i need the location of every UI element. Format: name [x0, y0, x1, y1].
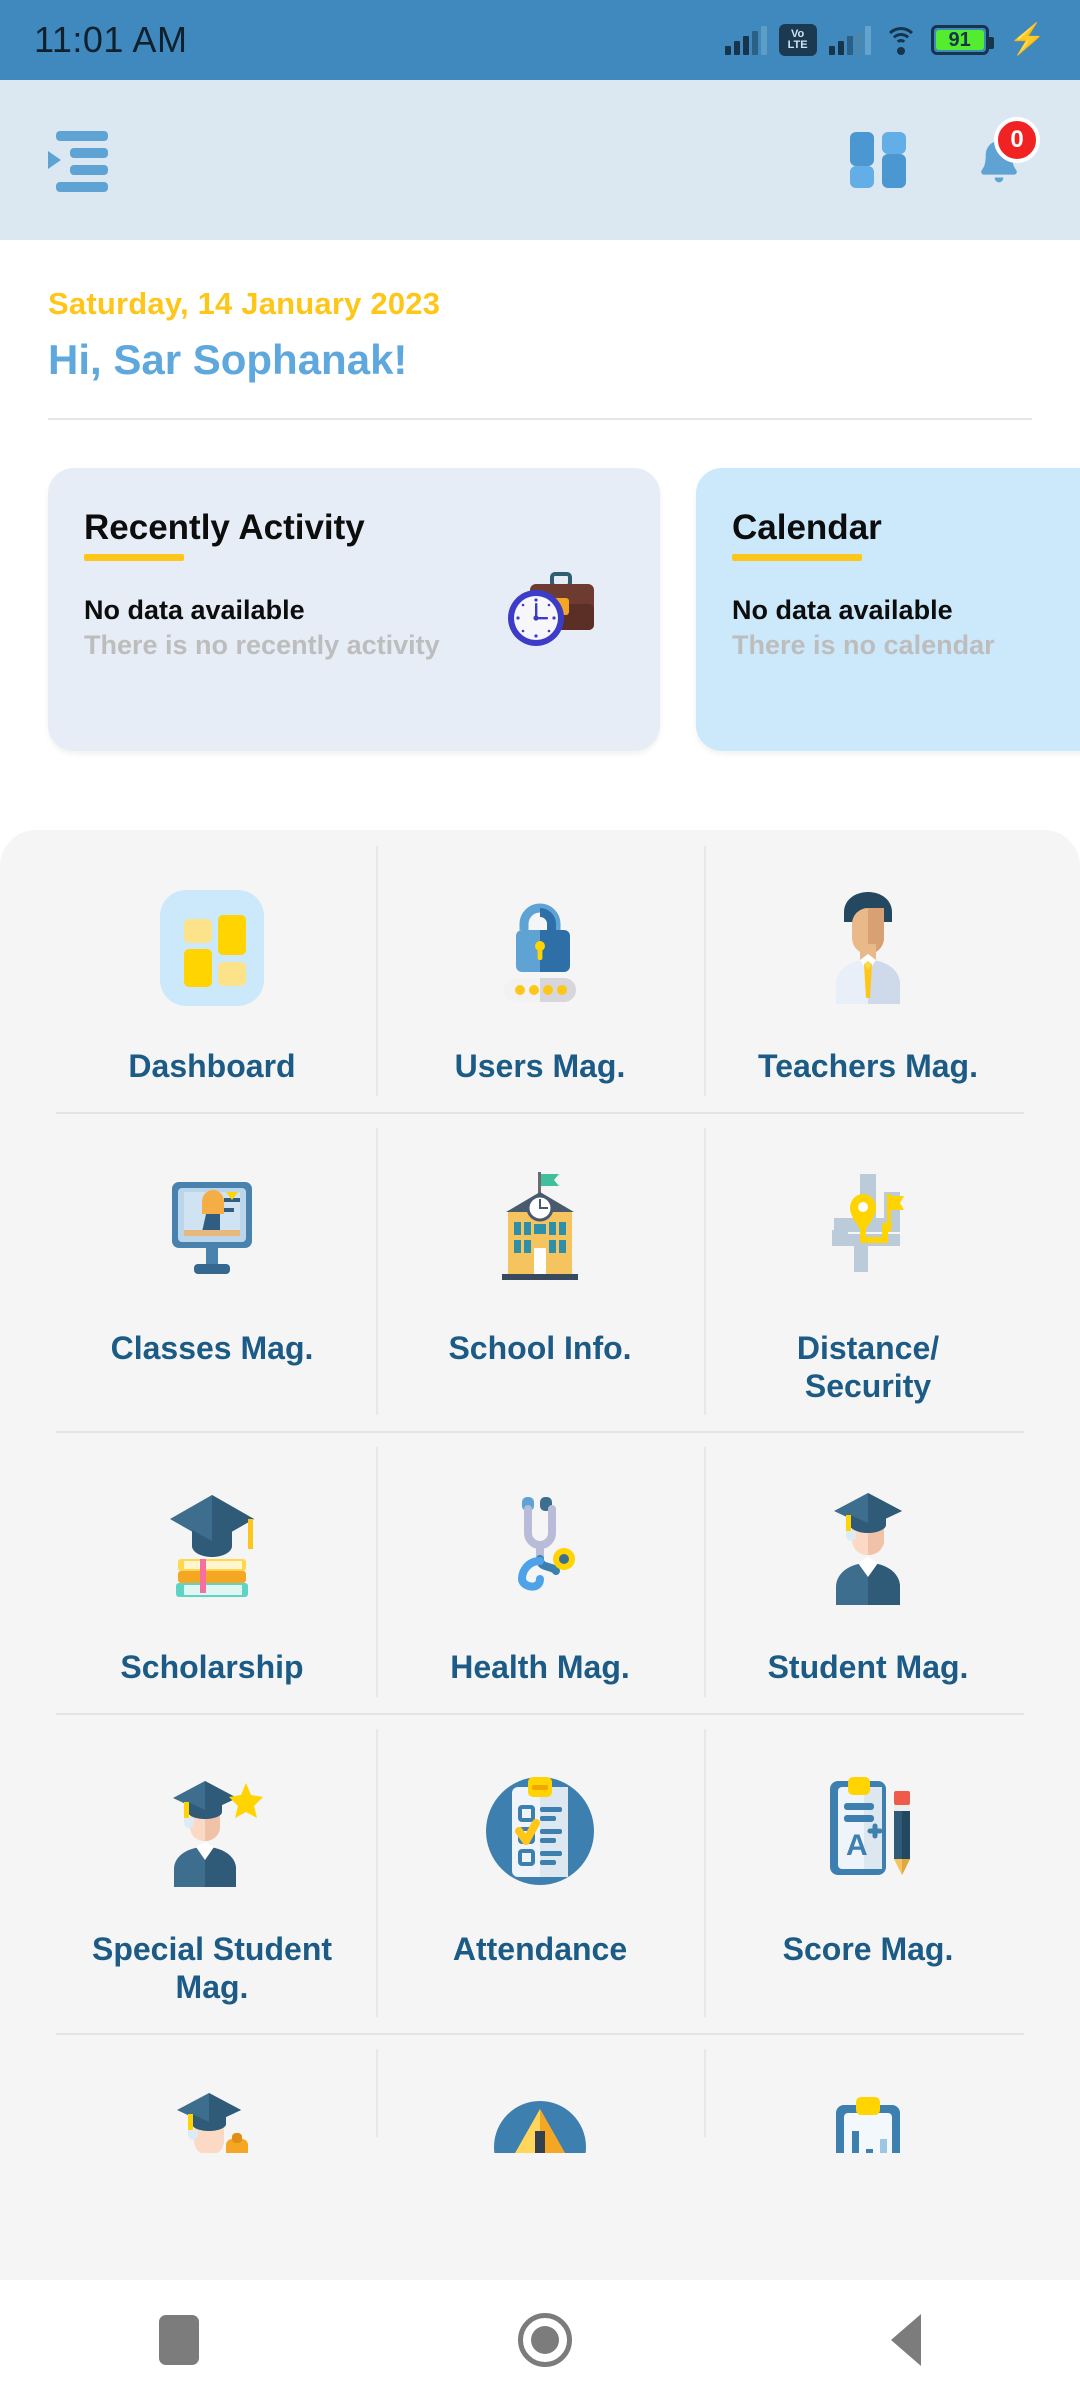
wifi-icon — [883, 25, 919, 55]
status-bar-icons: Vo LTE 91 ⚡ — [724, 23, 1046, 56]
warning-triangle-icon — [478, 2077, 602, 2153]
clipboard-checklist-icon — [478, 1757, 602, 1905]
battery-percent-label: 91 — [948, 28, 971, 51]
user-greeting-label: Hi, Sar Sophanak! — [48, 336, 408, 383]
menu-item-classes-mag[interactable]: Classes Mag. — [48, 1112, 376, 1432]
menu-item-score-mag[interactable]: A Score Mag. — [704, 1713, 1032, 2033]
menu-item-label: Student Mag. — [767, 1649, 969, 1686]
notification-count-badge: 0 — [994, 117, 1040, 163]
card-sub-text: There is no calendar — [732, 630, 995, 660]
summary-cards: Recently Activity No data available Ther… — [0, 420, 1080, 751]
signal-icon — [724, 25, 767, 55]
svg-text:A: A — [846, 1829, 868, 1862]
card-title: Calendar — [732, 508, 882, 547]
menu-item-label: Teachers Mag. — [758, 1048, 978, 1084]
menu-item-health-mag[interactable]: Health Mag. — [376, 1431, 704, 1713]
menu-item-label: Dashboard — [128, 1048, 296, 1084]
card-main-text: No data available — [732, 595, 953, 625]
graduation-cap-books-icon — [150, 1475, 274, 1623]
clipboard-chart-icon — [806, 2077, 930, 2153]
current-date-label: Saturday, 14 January 2023 — [48, 286, 441, 321]
graduate-cap-icon — [150, 2077, 274, 2153]
menu-row: Scholarship Health Mag. Student Mag. — [48, 1431, 1032, 1713]
menu-item-school-info[interactable]: School Info. — [376, 1112, 704, 1432]
menu-item-partial-1[interactable] — [48, 2033, 376, 2153]
teacher-avatar-icon — [806, 874, 930, 1022]
stethoscope-icon — [478, 1475, 602, 1623]
menu-item-scholarship[interactable]: Scholarship — [48, 1431, 376, 1713]
menu-item-teachers-mag[interactable]: Teachers Mag. — [704, 830, 1032, 1112]
menu-item-label: Score Mag. — [782, 1931, 954, 1967]
menu-item-label: Attendance — [452, 1931, 628, 1967]
monitor-classroom-icon — [150, 1156, 274, 1304]
briefcase-clock-icon — [500, 558, 620, 673]
map-route-pin-icon — [806, 1156, 930, 1304]
menu-grid: Dashboard Users Mag. Teachers Mag. Class… — [0, 830, 1080, 2153]
battery-icon: 91 — [930, 25, 994, 55]
menu-item-partial-3[interactable] — [704, 2033, 1032, 2153]
app-bar: 0 — [0, 80, 1080, 240]
calendar-card[interactable]: Calendar No data available There is no c… — [696, 468, 1080, 751]
star-graduate-icon — [150, 1757, 274, 1905]
indent-menu-icon[interactable] — [48, 131, 120, 192]
menu-item-label: School Info. — [448, 1329, 632, 1366]
padlock-password-icon — [478, 874, 602, 1022]
notification-bell-button[interactable]: 0 — [966, 117, 1040, 193]
status-bar: 11:01 AM Vo LTE 91 ⚡ — [0, 0, 1080, 80]
student-graduate-icon — [806, 1475, 930, 1623]
menu-item-label: Special Student Mag. — [91, 1931, 333, 2005]
menu-item-users-mag[interactable]: Users Mag. — [376, 830, 704, 1112]
menu-row: Special Student Mag. Attendance A Score … — [48, 1713, 1032, 2033]
greeting-section: Saturday, 14 January 2023 Hi, Sar Sophan… — [0, 240, 1080, 420]
grid-view-icon[interactable] — [850, 132, 906, 188]
app-bar-actions: 0 — [850, 117, 1040, 193]
menu-item-label: Scholarship — [120, 1649, 304, 1686]
home-circle-button[interactable] — [517, 2313, 572, 2367]
menu-row-partial — [48, 2032, 1032, 2153]
card-title-underline — [732, 554, 862, 561]
card-title-underline — [84, 554, 184, 561]
dashboard-tiles-icon — [150, 874, 274, 1022]
signal-icon-secondary — [828, 25, 871, 55]
android-navigation-bar — [0, 2280, 1080, 2400]
recently-activity-card[interactable]: Recently Activity No data available Ther… — [48, 468, 660, 751]
menu-item-student-mag[interactable]: Student Mag. — [704, 1431, 1032, 1713]
menu-item-partial-2[interactable] — [376, 2033, 704, 2153]
back-triangle-button[interactable] — [890, 2314, 921, 2366]
menu-item-distance-security[interactable]: Distance/ Security — [704, 1112, 1032, 1432]
status-bar-clock: 11:01 AM — [34, 19, 188, 60]
volte-icon: Vo LTE — [778, 24, 817, 56]
card-title: Recently Activity — [84, 508, 365, 547]
report-card-pencil-icon: A — [806, 1757, 930, 1905]
menu-row: Dashboard Users Mag. Teachers Mag. — [48, 830, 1032, 1112]
charging-bolt-icon: ⚡ — [1008, 23, 1046, 56]
volte-bottom-label: LTE — [787, 39, 808, 51]
menu-row: Classes Mag. School Info. Distance/ Secu… — [48, 1111, 1032, 1432]
school-building-icon — [478, 1156, 602, 1304]
menu-item-label: Health Mag. — [450, 1649, 630, 1686]
menu-item-label: Distance/ Security — [796, 1329, 940, 1404]
menu-item-label: Users Mag. — [454, 1048, 626, 1084]
menu-item-attendance[interactable]: Attendance — [376, 1713, 704, 2033]
menu-item-dashboard[interactable]: Dashboard — [48, 830, 376, 1112]
menu-item-label: Classes Mag. — [110, 1329, 314, 1366]
menu-grid-panel: Dashboard Users Mag. Teachers Mag. Class… — [0, 830, 1080, 2400]
recents-square-button[interactable] — [159, 2315, 200, 2365]
menu-item-special-student-mag[interactable]: Special Student Mag. — [48, 1713, 376, 2033]
